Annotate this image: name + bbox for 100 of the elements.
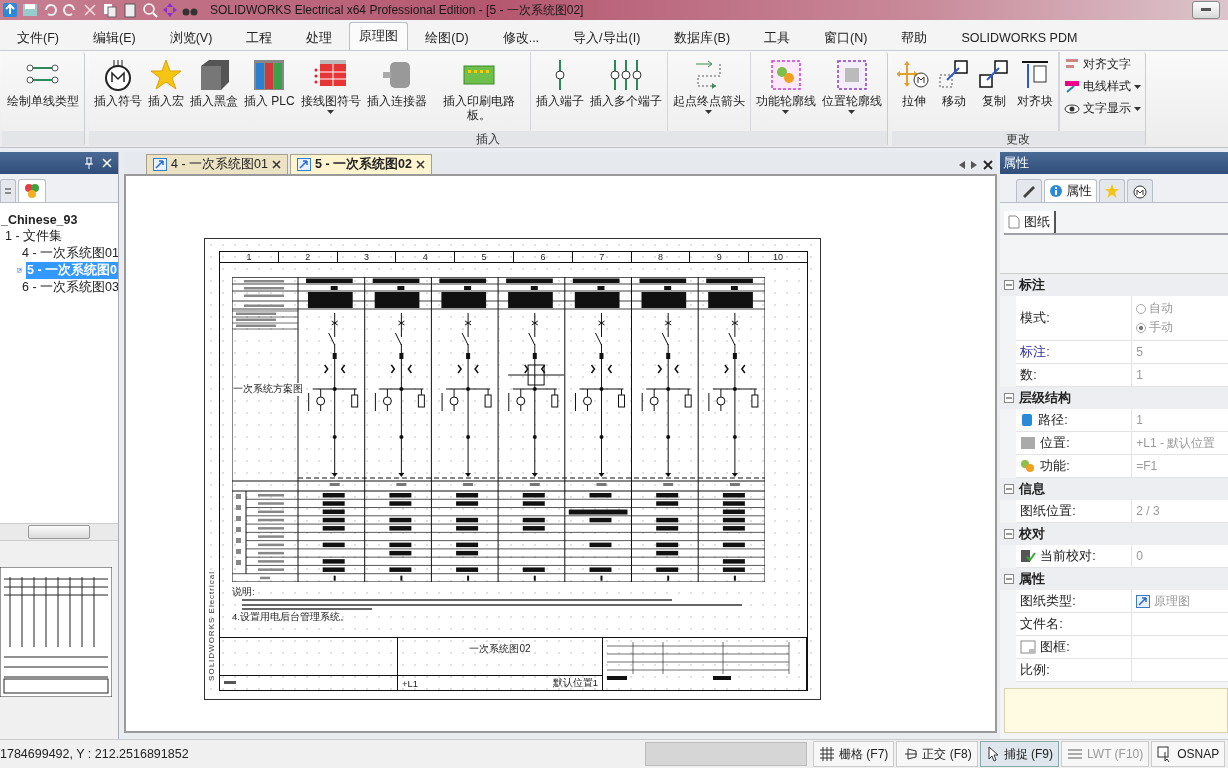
menu-tab[interactable]: 帮助 (884, 25, 945, 50)
ribbon-button[interactable]: 起点终点箭头 (669, 54, 748, 116)
pin-icon[interactable] (84, 157, 94, 169)
close-icon[interactable] (983, 159, 994, 170)
tree-item[interactable]: _Chinese_93 (0, 212, 79, 227)
status-toggle[interactable]: 正交 (F8) (896, 741, 978, 767)
status-toggle[interactable]: 栅格 (F7) (813, 741, 895, 767)
status-toggle[interactable]: OSNAP (1151, 741, 1226, 767)
ribbon-button[interactable]: 插入多个端子 (586, 54, 665, 110)
menu-tab[interactable]: 工程 (229, 25, 290, 50)
property-label: 功能: (1016, 455, 1133, 477)
document-tab[interactable]: 5 - 一次系统图02 (289, 154, 432, 174)
scroll-thumb[interactable] (28, 525, 90, 539)
ribbon-button[interactable]: 绘制单线类型 (4, 54, 82, 110)
save-icon[interactable] (22, 2, 38, 18)
panel-tab[interactable] (18, 179, 46, 202)
ribbon-button[interactable]: 插入黑盒 (187, 54, 241, 110)
tree-item[interactable]: 6 - 一次系统图03 (21, 279, 118, 296)
minimize-button[interactable] (1192, 1, 1220, 19)
property-label: 图纸类型: (1016, 590, 1133, 612)
caret-icon (1133, 85, 1141, 89)
property-label: 文件名: (1016, 613, 1133, 635)
collapse-toggle[interactable] (1004, 574, 1015, 584)
close-icon[interactable] (415, 160, 425, 169)
cut-icon[interactable] (82, 2, 98, 18)
property-label: 图框: (1016, 636, 1133, 658)
copy-icon[interactable] (102, 2, 118, 18)
previous-icon[interactable] (959, 160, 966, 169)
horizontal-scrollbar[interactable] (0, 523, 118, 541)
caret-icon (782, 110, 790, 114)
ribbon-button[interactable]: 插入符号 (91, 54, 145, 110)
collapse-toggle[interactable] (1004, 393, 1015, 403)
section-title: 层级结构 (1019, 389, 1072, 407)
ribbon-button[interactable]: 插入印刷电路板。 (429, 54, 528, 124)
redo-icon[interactable] (62, 2, 78, 18)
radio-button[interactable] (1136, 322, 1147, 333)
ribbon-button[interactable]: 位置轮廓线 (818, 54, 885, 116)
property-tab[interactable] (1016, 179, 1043, 202)
column-number: 10 (772, 252, 785, 262)
menu-tab[interactable]: 数据库(B) (657, 25, 748, 50)
function-outline-icon (768, 58, 803, 92)
ribbon-button[interactable]: 功能轮廓线 (752, 54, 819, 116)
ribbon-small-button[interactable]: 电线样式 (1063, 76, 1141, 96)
tree-item[interactable]: 4 - 一次系统图01 (21, 245, 118, 262)
document-tab[interactable]: 4 - 一次系统图01 (146, 154, 288, 174)
property-label: 模式: (1016, 296, 1133, 340)
close-icon[interactable] (271, 160, 281, 169)
property-tab[interactable]: 属性 (1044, 179, 1098, 202)
menu-tab[interactable]: 绘图(D) (408, 25, 486, 50)
menu-tab[interactable]: SOLIDWORKS PDM (944, 25, 1095, 50)
menu-tab[interactable]: 导入/导出(I) (556, 25, 658, 50)
menu-tab[interactable]: 原理图 (349, 22, 409, 50)
ribbon-small-button[interactable]: 文字显示 (1063, 98, 1141, 118)
property-label: 标注: (1016, 341, 1133, 363)
terminal-icon (554, 58, 565, 92)
ribbon-button[interactable]: 插入连接器 (363, 54, 430, 110)
radio-button[interactable] (1136, 303, 1147, 314)
sheet-title: 一次系统图02 (468, 642, 532, 656)
collapse-toggle[interactable] (1004, 529, 1015, 539)
property-tab[interactable] (1127, 179, 1154, 202)
ribbon-button[interactable]: 复制 (973, 54, 1014, 110)
ribbon-button[interactable]: 移动 (933, 54, 974, 110)
menu-tab[interactable]: 文件(F) (0, 25, 76, 50)
next-icon[interactable] (971, 160, 978, 169)
column-number: 5 (455, 252, 514, 262)
ribbon-button[interactable]: 接线图符号 (297, 54, 364, 116)
app-icon[interactable] (2, 2, 18, 18)
panel-tab[interactable] (0, 179, 16, 202)
menu-tab[interactable]: 处理 (289, 25, 350, 50)
column-number: 2 (278, 252, 338, 262)
zoom-icon[interactable] (142, 2, 158, 18)
caret-icon (327, 110, 335, 114)
menu-tab[interactable]: 工具 (747, 25, 808, 50)
sheet-tab[interactable]: 图纸 (1004, 211, 1057, 233)
menu-tab[interactable]: 窗口(N) (807, 25, 885, 50)
star-icon (1104, 183, 1121, 199)
mark-icon (224, 681, 236, 685)
ribbon-button[interactable]: 插入 PLC (241, 54, 298, 110)
section-title: 属性 (1019, 570, 1046, 588)
status-toggle[interactable]: 捕捉 (F9) (979, 741, 1060, 767)
property-label: 当前校对: (1016, 545, 1133, 567)
property-value: 2 / 3 (1135, 503, 1161, 520)
ribbon-small-button[interactable]: 对齐文字 (1063, 54, 1141, 74)
paste-icon[interactable] (122, 2, 138, 18)
collapse-toggle[interactable] (1004, 484, 1015, 494)
column-number: 3 (337, 252, 397, 262)
minus-icon (1006, 282, 1013, 288)
schematic-sheet-icon (1136, 594, 1151, 608)
cursor-icon (985, 746, 1000, 762)
collapse-toggle[interactable] (1004, 280, 1015, 290)
ribbon-button[interactable]: 插入宏 (145, 54, 187, 110)
menu-tab[interactable]: 修改... (485, 25, 557, 50)
undo-icon[interactable] (42, 2, 58, 18)
menu-tab[interactable]: 编辑(E) (75, 25, 153, 50)
ribbon-button[interactable]: 插入端子 (532, 54, 587, 110)
tree-item[interactable]: 1 - 文件集 (4, 228, 64, 245)
ribbon-button[interactable]: 对齐块 (1013, 54, 1056, 110)
menu-tab[interactable]: 浏览(V) (152, 25, 230, 50)
ribbon-button[interactable]: 拉伸 (893, 54, 934, 110)
lines-icon (1067, 747, 1084, 761)
